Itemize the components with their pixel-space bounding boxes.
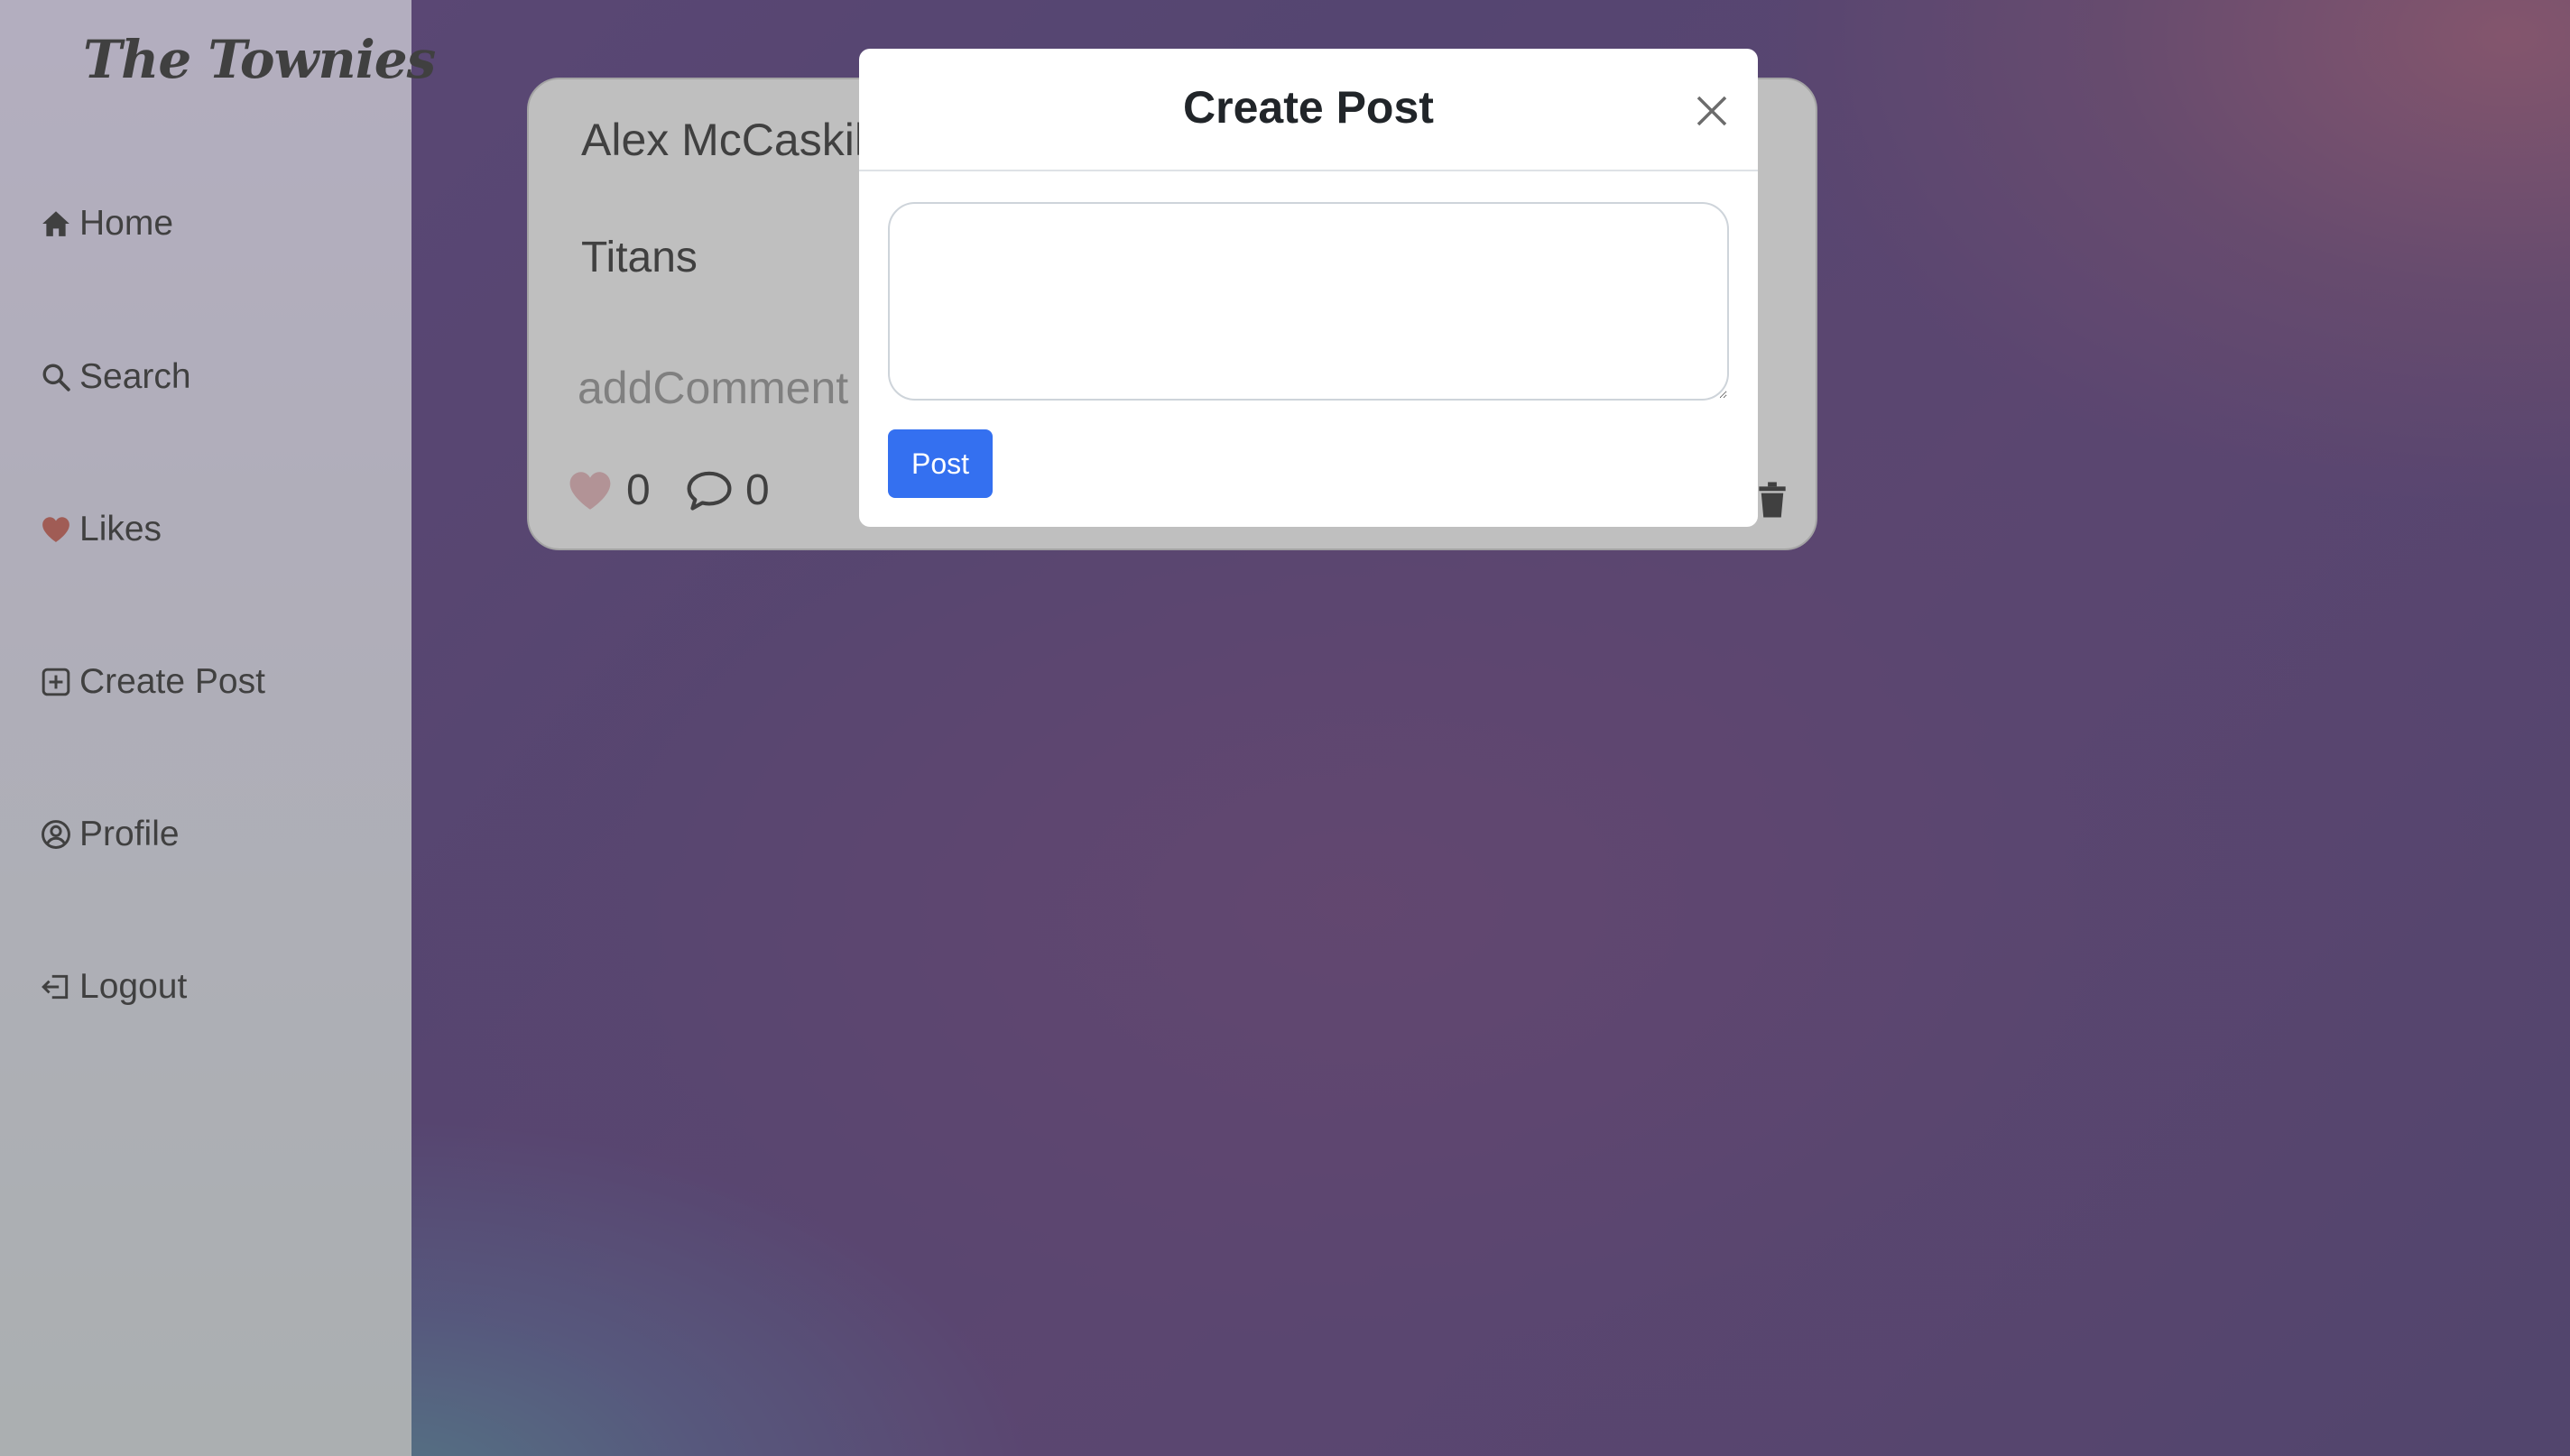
- close-icon: [1696, 96, 1727, 126]
- modal-header: Create Post: [859, 49, 1758, 171]
- modal-title: Create Post: [1183, 82, 1434, 133]
- modal-close-button[interactable]: [1689, 88, 1734, 134]
- post-button[interactable]: Post: [888, 429, 993, 498]
- post-textarea[interactable]: [888, 202, 1729, 401]
- screen: The Townies Home Search Likes Create Pos…: [0, 0, 2570, 1456]
- create-post-modal: Create Post Post: [859, 49, 1758, 527]
